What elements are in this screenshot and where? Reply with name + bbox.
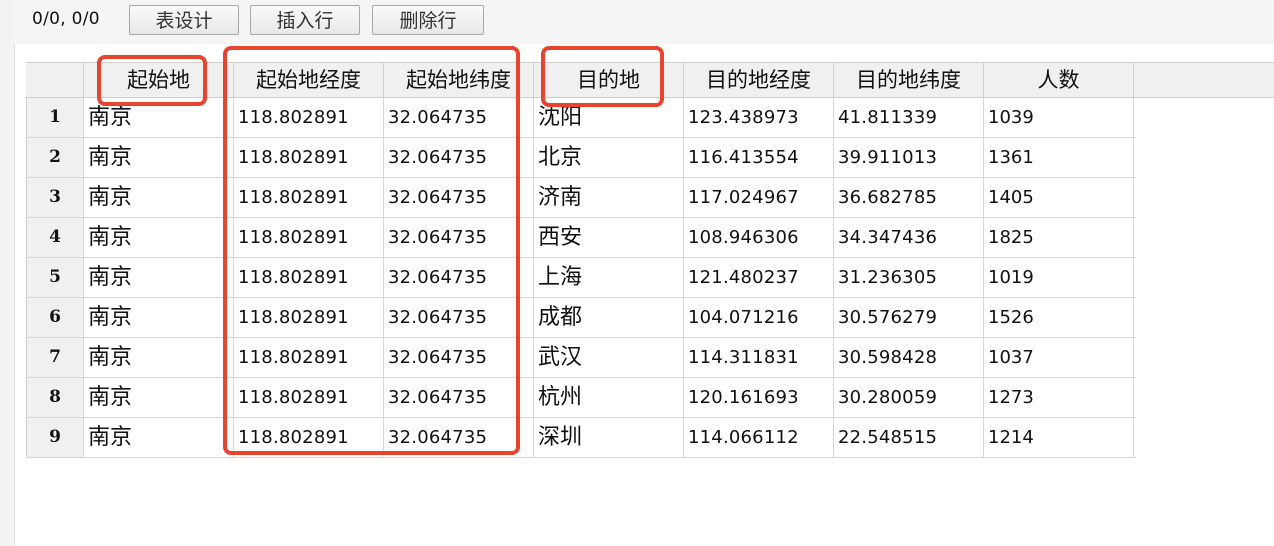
origin-lat-cell[interactable]: 32.064735 — [384, 338, 534, 377]
origin-lng-cell[interactable]: 118.802891 — [234, 258, 384, 297]
dest-lng-cell[interactable]: 104.071216 — [684, 298, 834, 337]
count-cell[interactable]: 1039 — [984, 98, 1134, 137]
row-number-cell[interactable]: 8 — [26, 378, 84, 417]
dest-lat-cell[interactable]: 31.236305 — [834, 258, 984, 297]
dest-lat-cell[interactable]: 22.548515 — [834, 418, 984, 457]
dest-lat-cell[interactable]: 34.347436 — [834, 218, 984, 257]
origin-lng-cell[interactable]: 118.802891 — [234, 218, 384, 257]
origin-lat-cell[interactable]: 32.064735 — [384, 258, 534, 297]
origin-lat-cell[interactable]: 32.064735 — [384, 138, 534, 177]
row-number-cell[interactable]: 7 — [26, 338, 84, 377]
toolbar: 0/0, 0/0 表设计 插入行 删除行 — [14, 0, 1274, 44]
dest-lng-cell[interactable]: 117.024967 — [684, 178, 834, 217]
table-row[interactable]: 6 南京 118.802891 32.064735 成都 104.071216 30.576… — [26, 298, 1136, 338]
dest-lat-cell[interactable]: 30.598428 — [834, 338, 984, 377]
dest-lng-cell[interactable]: 121.480237 — [684, 258, 834, 297]
origin-lng-cell[interactable]: 118.802891 — [234, 338, 384, 377]
dest-cell[interactable]: 北京 — [534, 138, 684, 177]
count-cell[interactable]: 1019 — [984, 258, 1134, 297]
column-header-dest-lng[interactable]: 目的地经度 — [684, 63, 834, 97]
column-header-origin-lng[interactable]: 起始地经度 — [234, 63, 384, 97]
header-corner[interactable] — [26, 63, 84, 97]
dest-cell[interactable]: 西安 — [534, 218, 684, 257]
origin-lng-cell[interactable]: 118.802891 — [234, 418, 384, 457]
table-editor-window: 0/0, 0/0 表设计 插入行 删除行 起始地 起始地经度 起始地纬度 目的地… — [0, 0, 1274, 546]
dest-lng-cell[interactable]: 114.311831 — [684, 338, 834, 377]
origin-cell[interactable]: 南京 — [84, 298, 234, 337]
column-header-dest-lat[interactable]: 目的地纬度 — [834, 63, 984, 97]
count-cell[interactable]: 1405 — [984, 178, 1134, 217]
origin-cell[interactable]: 南京 — [84, 98, 234, 137]
delete-row-button[interactable]: 删除行 — [372, 5, 484, 35]
column-header-dest[interactable]: 目的地 — [534, 63, 684, 97]
dest-cell[interactable]: 济南 — [534, 178, 684, 217]
cell-position-indicator: 0/0, 0/0 — [32, 9, 100, 29]
origin-lng-cell[interactable]: 118.802891 — [234, 378, 384, 417]
count-cell[interactable]: 1214 — [984, 418, 1134, 457]
origin-lat-cell[interactable]: 32.064735 — [384, 378, 534, 417]
origin-lng-cell[interactable]: 118.802891 — [234, 298, 384, 337]
table-row[interactable]: 2 南京 118.802891 32.064735 北京 116.413554 39.911… — [26, 138, 1136, 178]
origin-lng-cell[interactable]: 118.802891 — [234, 178, 384, 217]
grid-header: 起始地 起始地经度 起始地纬度 目的地 目的地经度 目的地纬度 人数 — [26, 62, 1274, 98]
table-design-button[interactable]: 表设计 — [129, 5, 239, 35]
row-number-cell[interactable]: 1 — [26, 98, 84, 137]
origin-cell[interactable]: 南京 — [84, 218, 234, 257]
row-number-cell[interactable]: 5 — [26, 258, 84, 297]
origin-cell[interactable]: 南京 — [84, 258, 234, 297]
origin-cell[interactable]: 南京 — [84, 138, 234, 177]
dest-cell[interactable]: 成都 — [534, 298, 684, 337]
origin-lat-cell[interactable]: 32.064735 — [384, 418, 534, 457]
origin-lat-cell[interactable]: 32.064735 — [384, 218, 534, 257]
window-left-edge — [0, 0, 15, 546]
count-cell[interactable]: 1825 — [984, 218, 1134, 257]
dest-cell[interactable]: 杭州 — [534, 378, 684, 417]
origin-cell[interactable]: 南京 — [84, 338, 234, 377]
dest-cell[interactable]: 武汉 — [534, 338, 684, 377]
row-number-cell[interactable]: 4 — [26, 218, 84, 257]
table-row[interactable]: 4 南京 118.802891 32.064735 西安 108.946306 34.347… — [26, 218, 1136, 258]
dest-lat-cell[interactable]: 36.682785 — [834, 178, 984, 217]
dest-lng-cell[interactable]: 116.413554 — [684, 138, 834, 177]
dest-lng-cell[interactable]: 123.438973 — [684, 98, 834, 137]
row-number-cell[interactable]: 2 — [26, 138, 84, 177]
dest-lng-cell[interactable]: 114.066112 — [684, 418, 834, 457]
table-row[interactable]: 1 南京 118.802891 32.064735 沈阳 123.438973 41.811… — [26, 98, 1136, 138]
origin-cell[interactable]: 南京 — [84, 418, 234, 457]
table-row[interactable]: 7 南京 118.802891 32.064735 武汉 114.311831 30.598… — [26, 338, 1136, 378]
origin-lng-cell[interactable]: 118.802891 — [234, 98, 384, 137]
dest-lat-cell[interactable]: 30.576279 — [834, 298, 984, 337]
table-row[interactable]: 9 南京 118.802891 32.064735 深圳 114.066112 22.548… — [26, 418, 1136, 458]
origin-lat-cell[interactable]: 32.064735 — [384, 298, 534, 337]
dest-cell[interactable]: 沈阳 — [534, 98, 684, 137]
column-header-origin[interactable]: 起始地 — [84, 63, 234, 97]
origin-cell[interactable]: 南京 — [84, 378, 234, 417]
dest-lat-cell[interactable]: 39.911013 — [834, 138, 984, 177]
column-header-origin-lat[interactable]: 起始地纬度 — [384, 63, 534, 97]
row-number-cell[interactable]: 3 — [26, 178, 84, 217]
table-row[interactable]: 8 南京 118.802891 32.064735 杭州 120.161693 30.280… — [26, 378, 1136, 418]
dest-lat-cell[interactable]: 30.280059 — [834, 378, 984, 417]
dest-cell[interactable]: 深圳 — [534, 418, 684, 457]
table-row[interactable]: 5 南京 118.802891 32.064735 上海 121.480237 31.236… — [26, 258, 1136, 298]
count-cell[interactable]: 1361 — [984, 138, 1134, 177]
table-row[interactable]: 3 南京 118.802891 32.064735 济南 117.024967 36.682… — [26, 178, 1136, 218]
dest-lat-cell[interactable]: 41.811339 — [834, 98, 984, 137]
row-number-cell[interactable]: 6 — [26, 298, 84, 337]
count-cell[interactable]: 1526 — [984, 298, 1134, 337]
dest-cell[interactable]: 上海 — [534, 258, 684, 297]
row-number-cell[interactable]: 9 — [26, 418, 84, 457]
count-cell[interactable]: 1273 — [984, 378, 1134, 417]
insert-row-button[interactable]: 插入行 — [250, 5, 360, 35]
origin-lat-cell[interactable]: 32.064735 — [384, 98, 534, 137]
origin-cell[interactable]: 南京 — [84, 178, 234, 217]
origin-lng-cell[interactable]: 118.802891 — [234, 138, 384, 177]
count-cell[interactable]: 1037 — [984, 338, 1134, 377]
dest-lng-cell[interactable]: 108.946306 — [684, 218, 834, 257]
dest-lng-cell[interactable]: 120.161693 — [684, 378, 834, 417]
data-grid: 起始地 起始地经度 起始地纬度 目的地 目的地经度 目的地纬度 人数 1 南京 11… — [26, 62, 1274, 460]
column-header-count[interactable]: 人数 — [984, 63, 1134, 97]
origin-lat-cell[interactable]: 32.064735 — [384, 178, 534, 217]
